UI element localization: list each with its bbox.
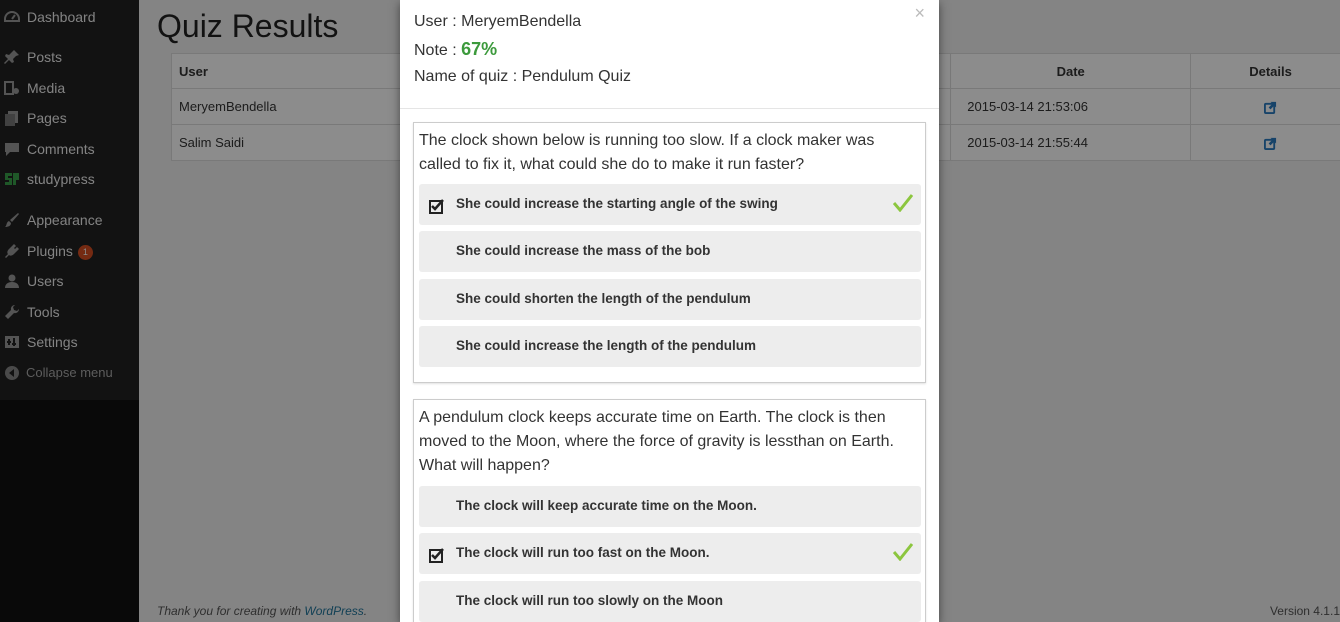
close-button[interactable]: × bbox=[914, 3, 925, 24]
answer-option: The clock will keep accurate time on the… bbox=[419, 486, 921, 527]
question-text: The clock shown below is running too slo… bbox=[419, 132, 875, 173]
answer-text: She could shorten the length of the pend… bbox=[456, 291, 751, 306]
checked-checkbox-icon bbox=[429, 548, 444, 563]
answer-option: The clock will run too fast on the Moon. bbox=[419, 533, 921, 574]
modal-header: User : MeryemBendella Note : 67% Name of… bbox=[400, 0, 939, 109]
answer-option: The clock will run too slowly on the Moo… bbox=[419, 581, 921, 622]
answer-option: She could increase the length of the pen… bbox=[419, 326, 921, 367]
modal-quiz-name: Name of quiz : Pendulum Quiz bbox=[414, 68, 631, 85]
answer-text: She could increase the mass of the bob bbox=[456, 243, 711, 258]
question-card: The clock shown below is running too slo… bbox=[413, 122, 926, 383]
answer-text: The clock will run too fast on the Moon. bbox=[456, 545, 710, 560]
checked-checkbox-icon bbox=[429, 199, 444, 214]
answer-option: She could increase the mass of the bob bbox=[419, 231, 921, 272]
question-card: A pendulum clock keeps accurate time on … bbox=[413, 399, 926, 622]
answer-text: She could increase the length of the pen… bbox=[456, 338, 757, 353]
correct-check-icon bbox=[893, 194, 913, 212]
score-value: 67% bbox=[461, 39, 498, 59]
modal-note-line: Note : 67% bbox=[414, 39, 498, 59]
answer-text: The clock will keep accurate time on the… bbox=[456, 498, 757, 513]
answer-text: She could increase the starting angle of… bbox=[456, 196, 778, 211]
quiz-details-modal: User : MeryemBendella Note : 67% Name of… bbox=[400, 0, 939, 622]
answer-option: She could increase the starting angle of… bbox=[419, 184, 921, 225]
modal-user-line: User : MeryemBendella bbox=[414, 13, 582, 30]
answer-text: The clock will run too slowly on the Moo… bbox=[456, 593, 724, 608]
question-text: A pendulum clock keeps accurate time on … bbox=[419, 409, 894, 474]
answer-option: She could shorten the length of the pend… bbox=[419, 279, 921, 320]
correct-check-icon bbox=[893, 543, 913, 561]
